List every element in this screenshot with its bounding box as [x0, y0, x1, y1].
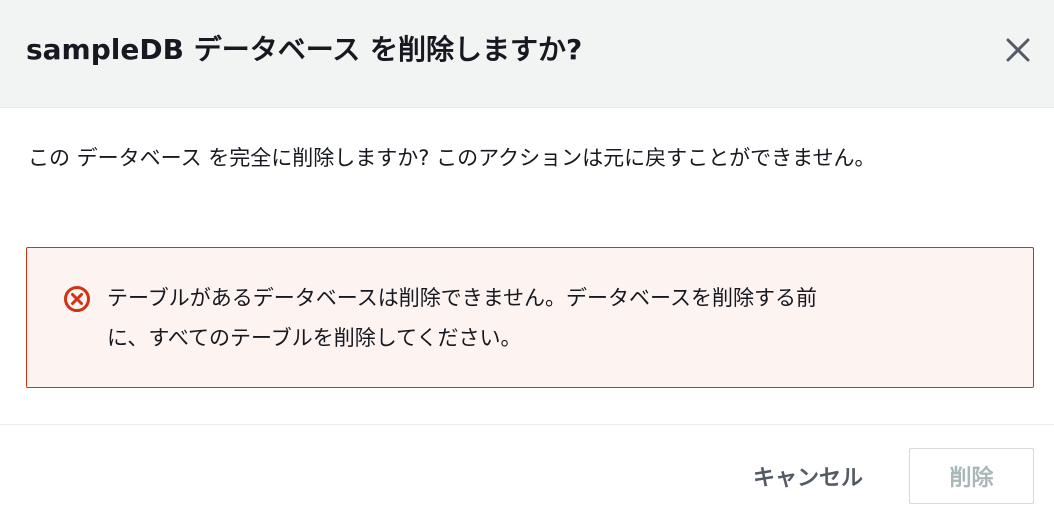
confirmation-message: この データベース を完全に削除しますか? このアクションは元に戻すことができま…	[28, 146, 876, 170]
close-button[interactable]	[998, 30, 1038, 70]
error-alert: テーブルがあるデータベースは削除できません。データベースを削除する前 に、すべて…	[26, 247, 1034, 388]
delete-database-modal: sampleDB データベース を削除しますか? この データベース を完全に削…	[0, 0, 1054, 518]
close-icon	[1006, 38, 1030, 62]
delete-button[interactable]: 削除	[909, 448, 1034, 504]
alert-message-line-2: に、すべてのテーブルを削除してください。	[107, 326, 522, 350]
alert-message: テーブルがあるデータベースは削除できません。データベースを削除する前 に、すべて…	[107, 278, 987, 358]
modal-header: sampleDB データベース を削除しますか?	[0, 0, 1054, 108]
footer-divider	[0, 424, 1054, 425]
modal-title: sampleDB データベース を削除しますか?	[26, 33, 583, 66]
error-circle-x-icon	[64, 286, 90, 312]
alert-message-line-1: テーブルがあるデータベースは削除できません。データベースを削除する前	[107, 286, 818, 310]
cancel-button[interactable]: キャンセル	[730, 448, 886, 504]
